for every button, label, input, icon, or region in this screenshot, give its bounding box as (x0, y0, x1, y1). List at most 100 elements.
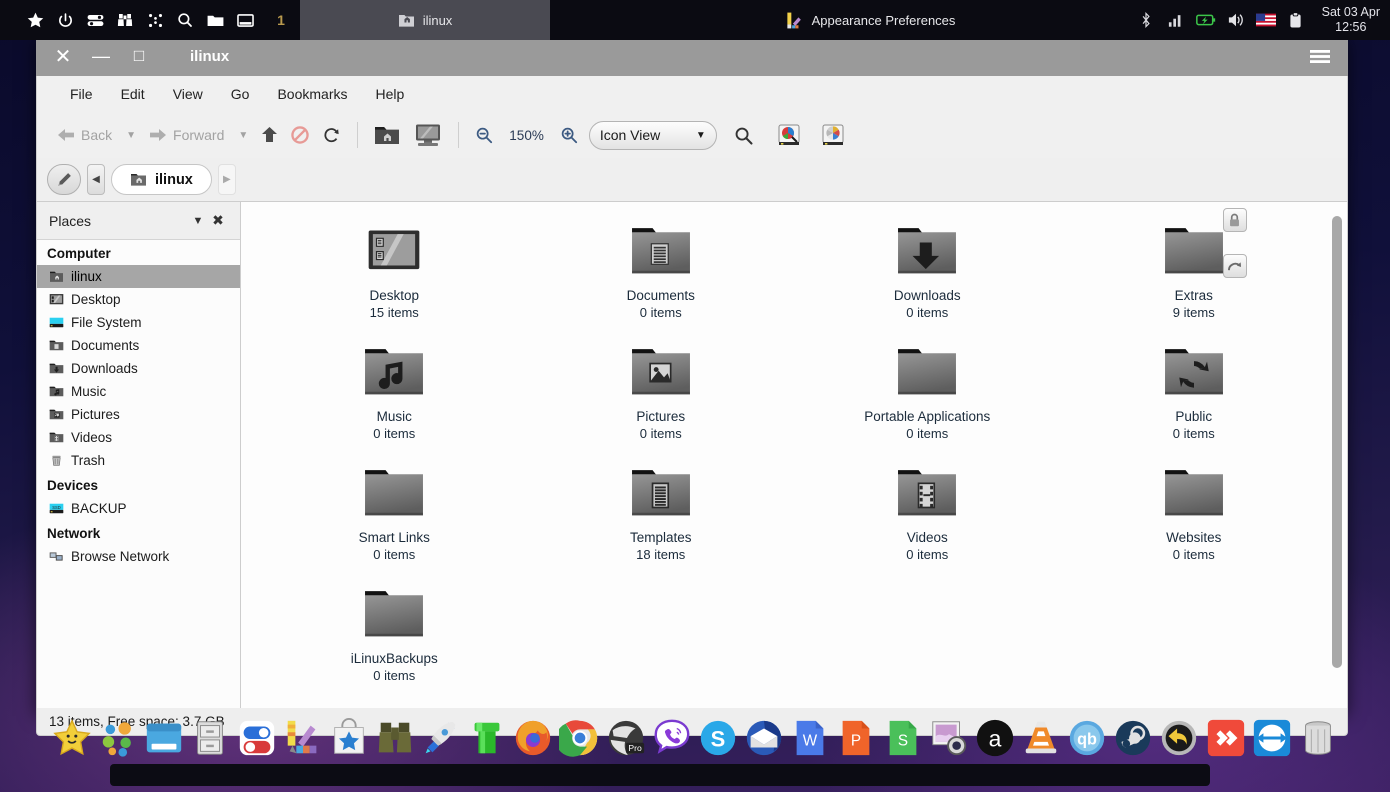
folder-icon[interactable] (202, 7, 228, 33)
search-button[interactable] (727, 121, 760, 150)
file-item[interactable]: Documents 0 items (528, 214, 795, 335)
binoculars-launcher[interactable] (373, 716, 417, 760)
steam-launcher[interactable] (1111, 716, 1155, 760)
vlc-launcher[interactable] (1019, 716, 1063, 760)
forward-button[interactable]: Forward (143, 122, 231, 148)
toggles-launcher[interactable] (235, 716, 279, 760)
menu-file[interactable]: File (59, 81, 104, 107)
chrome-launcher[interactable] (558, 716, 602, 760)
volume-icon[interactable] (1226, 10, 1246, 30)
thunderbird-launcher[interactable] (742, 716, 786, 760)
file-item[interactable]: Portable Applications 0 items (794, 335, 1061, 456)
file-item[interactable]: Public 0 items (1061, 335, 1328, 456)
sidebar-item-pictures[interactable]: Pictures (37, 403, 240, 426)
maximize-icon[interactable]: □ (122, 39, 156, 73)
sidebar-item-backup[interactable]: SSD BACKUP (37, 497, 240, 520)
sidebar-item-documents[interactable]: Documents (37, 334, 240, 357)
star-icon[interactable] (22, 7, 48, 33)
view-mode-select[interactable]: Icon View ▼ (588, 120, 717, 150)
back-dropdown[interactable]: ▼ (119, 125, 143, 146)
preview-button[interactable] (770, 118, 808, 152)
anydesk-launcher[interactable] (1204, 716, 1248, 760)
qbittorrent-launcher[interactable]: qb (1065, 716, 1109, 760)
sidebar-item-videos[interactable]: Videos (37, 426, 240, 449)
zoom-in-button[interactable] (553, 121, 585, 149)
reload-button[interactable] (316, 121, 348, 149)
power-icon[interactable] (52, 7, 78, 33)
menu-edit[interactable]: Edit (110, 81, 156, 107)
screenshot-launcher[interactable] (927, 716, 971, 760)
sidebar-item-trash[interactable]: Trash (37, 449, 240, 472)
hamburger-menu-icon[interactable] (1306, 42, 1334, 70)
task-button-ilinux[interactable]: ilinux (300, 0, 550, 40)
forward-dropdown[interactable]: ▼ (231, 125, 255, 146)
file-icon-view[interactable]: Desktop 15 items Documents 0 items Downloa… (241, 202, 1347, 708)
close-icon[interactable]: ✕ (46, 39, 80, 73)
teamviewer-launcher[interactable] (1250, 716, 1294, 760)
file-item[interactable]: Websites 0 items (1061, 456, 1328, 577)
menu-help[interactable]: Help (365, 81, 416, 107)
signal-icon[interactable] (1166, 10, 1186, 30)
amazon-launcher[interactable]: a (973, 716, 1017, 760)
breadcrumb-ilinux[interactable]: ilinux (111, 164, 212, 195)
path-prev-button[interactable]: ◀ (87, 164, 105, 195)
appearance-button[interactable] (814, 118, 852, 152)
flag-icon[interactable] (1255, 10, 1276, 30)
home-button[interactable] (367, 119, 407, 151)
palette-launcher[interactable] (281, 716, 325, 760)
sidebar-item-music[interactable]: Music (37, 380, 240, 403)
settings-icon[interactable] (82, 7, 108, 33)
trash-launcher[interactable] (1296, 716, 1340, 760)
clock[interactable]: Sat 03 Apr 12:56 (1316, 5, 1390, 35)
vertical-scrollbar[interactable] (1332, 216, 1342, 668)
file-cabinet-launcher[interactable] (188, 716, 232, 760)
back-button[interactable]: Back (51, 122, 119, 148)
sidebar-item-downloads[interactable]: Downloads (37, 357, 240, 380)
minimize-icon[interactable]: — (84, 39, 118, 73)
sidebar-item-ilinux[interactable]: ilinux (37, 265, 240, 288)
file-item[interactable]: Pictures 0 items (528, 335, 795, 456)
dots-launcher[interactable] (96, 716, 140, 760)
window-icon[interactable] (232, 7, 258, 33)
binoculars-icon[interactable] (112, 7, 138, 33)
bluetooth-icon[interactable] (1136, 10, 1156, 30)
window-launcher[interactable] (142, 716, 186, 760)
clipboard-icon[interactable] (1286, 10, 1306, 30)
grid-dots-icon[interactable] (142, 7, 168, 33)
battery-icon[interactable] (1195, 10, 1216, 30)
places-dropdown-icon[interactable]: ▼ (188, 215, 208, 227)
file-item[interactable]: iLinuxBackups 0 items (261, 577, 528, 698)
stop-button[interactable] (284, 121, 316, 149)
search-icon[interactable] (172, 7, 198, 33)
sidebar-item-file-system[interactable]: File System (37, 311, 240, 334)
rocket-launcher[interactable] (419, 716, 463, 760)
sidebar-item-desktop[interactable]: Desktop (37, 288, 240, 311)
restore-launcher[interactable] (1157, 716, 1201, 760)
file-item[interactable]: Music 0 items (261, 335, 528, 456)
parent-folder-button[interactable] (255, 122, 284, 148)
sidebar-item-browse-network[interactable]: Browse Network (37, 545, 240, 568)
file-item[interactable]: Smart Links 0 items (261, 456, 528, 577)
path-next-button[interactable]: ▶ (217, 164, 236, 195)
store-launcher[interactable] (327, 716, 371, 760)
file-item[interactable]: Extras 9 items (1061, 208, 1328, 335)
computer-button[interactable] (407, 118, 449, 152)
task-button-appearance[interactable]: Appearance Preferences (710, 0, 1030, 40)
star-launcher[interactable] (50, 716, 94, 760)
menu-go[interactable]: Go (220, 81, 261, 107)
file-item[interactable]: Downloads 0 items (794, 214, 1061, 335)
desktop-number[interactable]: 1 (268, 12, 294, 28)
zoom-out-button[interactable] (468, 121, 500, 149)
places-close-icon[interactable]: ✖ (208, 212, 228, 229)
pipe-launcher[interactable] (465, 716, 509, 760)
file-item[interactable]: Desktop 15 items (261, 214, 528, 335)
menu-bookmarks[interactable]: Bookmarks (266, 81, 358, 107)
presentation-launcher[interactable]: P (834, 716, 878, 760)
skype-launcher[interactable]: S (696, 716, 740, 760)
writer-launcher[interactable]: W (788, 716, 832, 760)
edit-path-button[interactable] (47, 164, 81, 195)
file-item[interactable]: Videos 0 items (794, 456, 1061, 577)
menu-view[interactable]: View (162, 81, 214, 107)
spreadsheet-launcher[interactable]: S (881, 716, 925, 760)
file-item[interactable]: Templates 18 items (528, 456, 795, 577)
